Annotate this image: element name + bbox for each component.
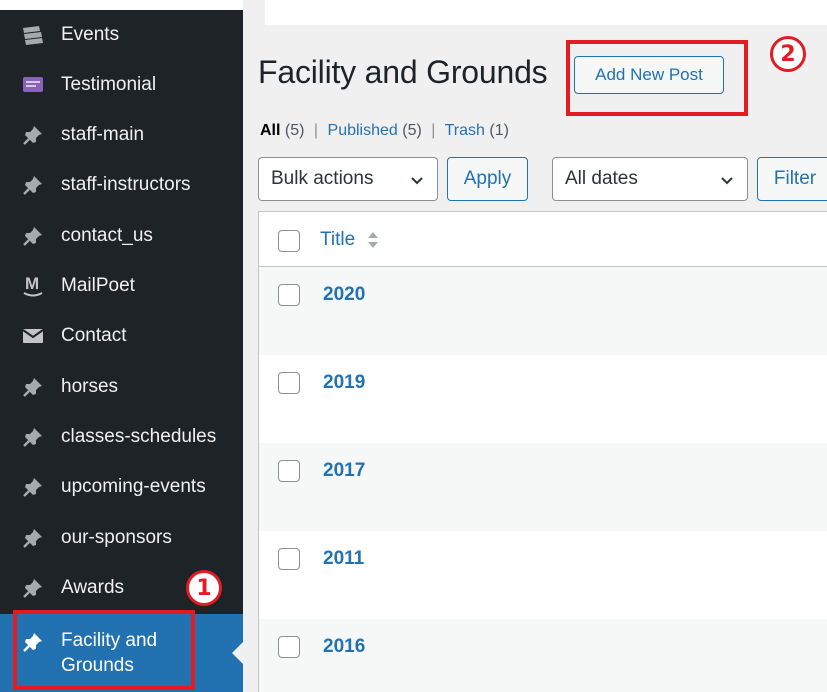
mailpoet-icon: M	[21, 274, 45, 298]
sidebar-item-staff-main[interactable]: staff-main	[0, 110, 243, 160]
pin-icon	[21, 576, 45, 600]
sidebar-item-label: Contact	[61, 325, 127, 346]
pin-icon	[21, 475, 45, 499]
sidebar-item-label: upcoming-events	[61, 476, 206, 497]
row-title-link[interactable]: 2019	[323, 372, 365, 394]
column-title-sort-link[interactable]: Title	[320, 229, 355, 251]
filter-all-link[interactable]: All	[260, 122, 280, 139]
row-checkbox[interactable]	[278, 460, 300, 482]
sidebar-item-horses[interactable]: horses	[0, 362, 243, 412]
table-row: 2011	[259, 531, 827, 619]
top-bar-gap	[243, 0, 265, 25]
select-all-checkbox[interactable]	[278, 230, 300, 252]
chevron-down-icon	[410, 172, 424, 194]
dates-filter-select[interactable]: All dates	[552, 157, 748, 201]
sidebar-item-mailpoet[interactable]: M MailPoet	[0, 261, 243, 311]
sidebar-item-upcoming-events[interactable]: upcoming-events	[0, 462, 243, 512]
testimonial-icon	[21, 73, 45, 97]
bulk-actions-value: Bulk actions	[271, 168, 374, 189]
table-header: Title	[259, 212, 827, 267]
pin-icon	[21, 375, 45, 399]
sidebar-item-testimonial[interactable]: Testimonial	[0, 60, 243, 110]
chevron-down-icon	[720, 172, 734, 194]
sidebar-item-our-sponsors[interactable]: our-sponsors	[0, 513, 243, 563]
sidebar-item-classes-schedules[interactable]: classes-schedules	[0, 412, 243, 462]
table-row: 2019	[259, 355, 827, 443]
row-title-link[interactable]: 2016	[323, 636, 365, 658]
filter-button[interactable]: Filter	[757, 157, 827, 201]
row-title-link[interactable]: 2020	[323, 284, 365, 306]
apply-button[interactable]: Apply	[447, 157, 528, 201]
filter-published-count: (5)	[402, 122, 422, 139]
sidebar-item-label: classes-schedules	[61, 426, 217, 447]
annotation-step-1: 1	[186, 570, 222, 606]
pin-icon	[21, 123, 45, 147]
pin-icon	[21, 425, 45, 449]
row-checkbox[interactable]	[278, 548, 300, 570]
sidebar-item-label: horses	[61, 376, 119, 397]
table-row: 2017	[259, 443, 827, 531]
filter-trash-link[interactable]: Trash	[445, 122, 485, 139]
top-bar	[243, 0, 827, 25]
pin-icon	[21, 224, 45, 248]
sidebar-item-label: Testimonial	[61, 74, 157, 95]
bulk-actions-select[interactable]: Bulk actions	[258, 157, 438, 201]
sidebar-item-events[interactable]: Events	[0, 10, 243, 60]
page-title: Facility and Grounds	[258, 54, 548, 90]
sort-icon	[367, 231, 379, 254]
filter-published-link[interactable]: Published	[328, 122, 398, 139]
sidebar-item-contact[interactable]: Contact	[0, 311, 243, 361]
row-checkbox[interactable]	[278, 372, 300, 394]
filter-all-count: (5)	[284, 122, 305, 139]
annotation-box-facility-menu	[13, 610, 195, 690]
filter-trash-count: (1)	[489, 122, 509, 139]
table-row: 2016	[259, 619, 827, 692]
svg-text:M: M	[25, 274, 39, 293]
row-title-link[interactable]: 2017	[323, 460, 365, 482]
row-checkbox[interactable]	[278, 636, 300, 658]
annotation-step-2: 2	[770, 36, 806, 72]
sidebar-item-label: MailPoet	[61, 275, 135, 296]
dates-filter-value: All dates	[565, 168, 638, 189]
pin-icon	[21, 526, 45, 550]
events-icon	[21, 23, 45, 47]
sidebar-item-contact-us[interactable]: contact_us	[0, 211, 243, 261]
sidebar-item-staff-instructors[interactable]: staff-instructors	[0, 160, 243, 210]
row-checkbox[interactable]	[278, 284, 300, 306]
filter-separator: |	[431, 122, 436, 139]
sidebar-item-label: our-sponsors	[61, 527, 172, 548]
table-row: 2020	[259, 267, 827, 355]
pin-icon	[21, 173, 45, 197]
filter-separator: |	[313, 122, 319, 139]
sidebar-item-label: contact_us	[61, 225, 153, 246]
sidebar-item-label: Events	[61, 24, 120, 45]
sidebar-item-label: staff-instructors	[61, 174, 191, 195]
current-menu-arrow	[232, 642, 243, 664]
envelope-icon	[21, 324, 45, 348]
sidebar-item-label: staff-main	[61, 124, 145, 145]
sidebar-item-label: Awards	[61, 577, 125, 598]
annotation-box-add-new	[566, 40, 748, 116]
post-status-filters: All (5) | Published (5) | Trash (1)	[260, 122, 509, 140]
row-title-link[interactable]: 2011	[323, 548, 364, 570]
posts-table: Title 2020 2019 2017 2011 2016	[258, 211, 827, 692]
